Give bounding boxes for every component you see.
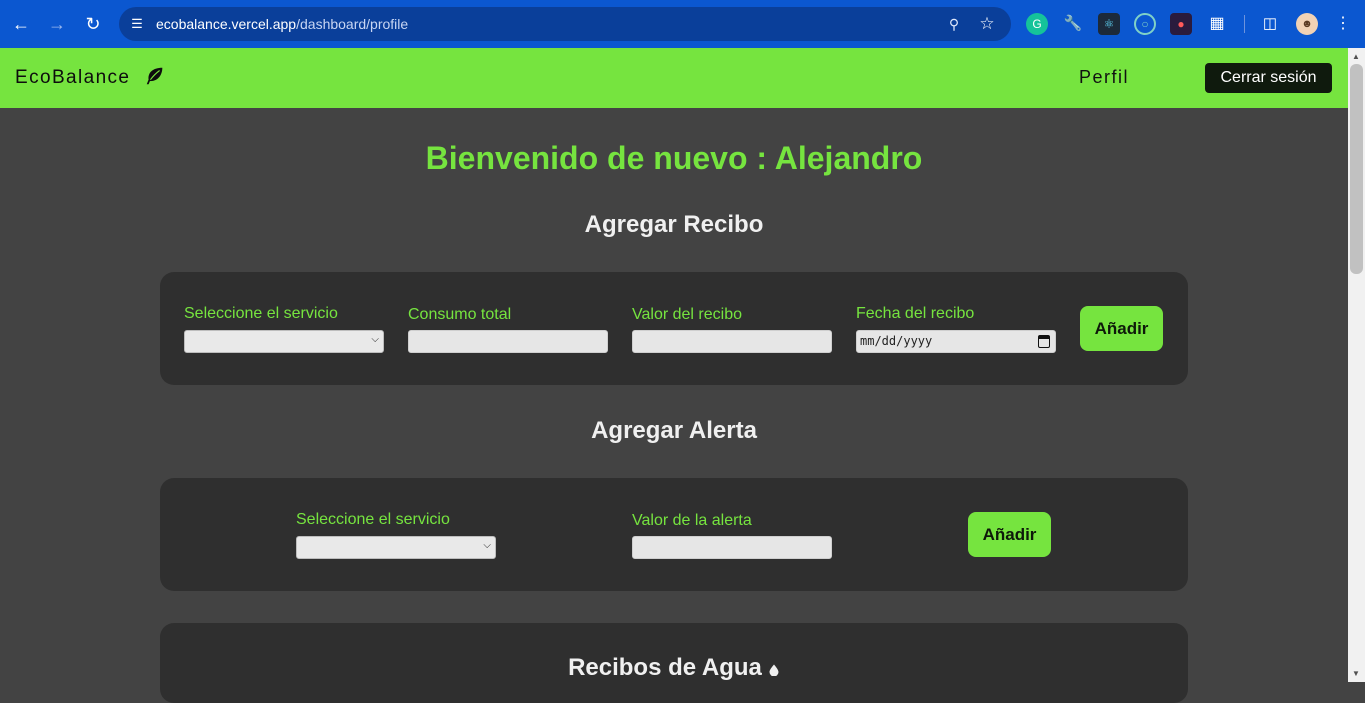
logout-button[interactable]: Cerrar sesión	[1205, 63, 1332, 93]
nav-profile-link[interactable]: Perfil	[1079, 67, 1129, 88]
browser-toolbar: ← → ↻ ☰ ecobalance.vercel.app/dashboard/…	[0, 0, 1365, 48]
alert-service-select[interactable]: ⌵	[296, 536, 496, 559]
site-settings-icon[interactable]: ☰	[127, 14, 147, 34]
brand-name[interactable]: EcoBalance	[15, 67, 130, 89]
receipt-service-label: Seleccione el servicio	[184, 305, 338, 322]
side-panel-icon[interactable]: ◫	[1259, 13, 1281, 35]
water-receipts-title: Recibos de Agua	[160, 654, 1188, 682]
color-picker-extension-icon[interactable]: ●	[1170, 13, 1192, 35]
water-drop-icon	[769, 664, 779, 676]
water-receipts-card: Recibos de Agua	[160, 623, 1188, 703]
toolbar-divider	[1244, 15, 1245, 33]
receipt-date-input[interactable]: mm/dd/yyyy	[856, 330, 1056, 353]
circle-extension-icon[interactable]: ○	[1134, 13, 1156, 35]
grammarly-extension-icon[interactable]: G	[1026, 13, 1048, 35]
alert-value-label: Valor de la alerta	[632, 512, 752, 529]
extensions-puzzle-icon[interactable]: ▦	[1206, 13, 1228, 35]
alert-value-input[interactable]	[632, 536, 832, 559]
chevron-down-icon: ⌵	[483, 540, 491, 551]
date-placeholder: mm/dd/yyyy	[860, 334, 933, 348]
browser-menu-icon[interactable]: ⋮	[1332, 13, 1354, 35]
reload-icon[interactable]: ↻	[81, 12, 105, 36]
forward-arrow-icon[interactable]: →	[45, 12, 69, 36]
password-key-icon[interactable]: ⚲	[945, 15, 963, 33]
receipt-value-label: Valor del recibo	[632, 306, 742, 323]
url-text[interactable]: ecobalance.vercel.app/dashboard/profile	[156, 7, 408, 41]
add-receipt-card: Seleccione el servicio ⌵ Consumo total V…	[160, 272, 1188, 385]
page-scrollbar[interactable]: ▲ ▼	[1348, 48, 1365, 682]
add-alert-title: Agregar Alerta	[591, 417, 757, 444]
profile-avatar[interactable]: ☻	[1296, 13, 1318, 35]
add-alert-button[interactable]: Añadir	[968, 512, 1051, 557]
chevron-down-icon: ⌵	[371, 334, 379, 345]
scroll-up-icon[interactable]: ▲	[1352, 52, 1360, 61]
scrollbar-thumb[interactable]	[1350, 64, 1363, 274]
app-header: EcoBalance Perfil Cerrar sesión	[0, 48, 1348, 108]
wrench-extension-icon[interactable]: 🔧	[1062, 13, 1084, 35]
url-path: /dashboard/profile	[296, 16, 409, 32]
address-bar[interactable]: ☰ ecobalance.vercel.app/dashboard/profil…	[119, 7, 1011, 41]
react-devtools-icon[interactable]: ⚛	[1098, 13, 1120, 35]
bookmark-star-icon[interactable]: ☆	[977, 14, 997, 34]
url-host: ecobalance.vercel.app	[156, 16, 297, 32]
receipt-date-label: Fecha del recibo	[856, 305, 975, 322]
water-receipts-title-text: Recibos de Agua	[568, 654, 762, 681]
add-receipt-button[interactable]: Añadir	[1080, 306, 1163, 351]
scroll-down-icon[interactable]: ▼	[1352, 669, 1360, 678]
consumption-label: Consumo total	[408, 306, 512, 323]
leaf-icon	[146, 67, 163, 85]
alert-service-label: Seleccione el servicio	[296, 511, 450, 528]
back-arrow-icon[interactable]: ←	[9, 12, 33, 36]
consumption-input[interactable]	[408, 330, 608, 353]
add-receipt-title: Agregar Recibo	[584, 211, 764, 238]
calendar-icon[interactable]	[1038, 335, 1050, 348]
welcome-heading: Bienvenido de nuevo : Alejandro	[425, 140, 923, 176]
receipt-value-input[interactable]	[632, 330, 832, 353]
add-alert-card: Seleccione el servicio ⌵ Valor de la ale…	[160, 478, 1188, 591]
receipt-service-select[interactable]: ⌵	[184, 330, 384, 353]
